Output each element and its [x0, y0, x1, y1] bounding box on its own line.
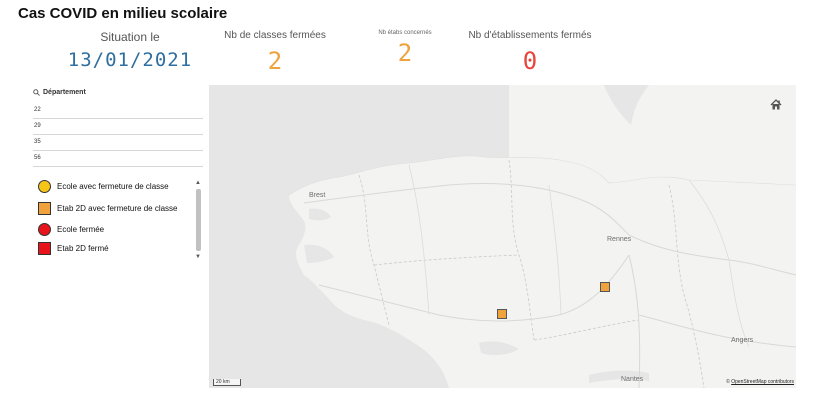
legend-label: Ecole avec fermeture de classe — [57, 182, 169, 191]
map-view[interactable]: Brest Rennes Angers Nantes 20 km © OpenS… — [209, 85, 796, 388]
map-attribution: © OpenStreetMap contributors — [726, 379, 794, 385]
circle-symbol-icon — [38, 180, 51, 193]
map-legend: Ecole avec fermeture de classe Etab 2D av… — [38, 180, 204, 264]
department-list-item[interactable]: 35 — [33, 135, 203, 151]
scroll-down-icon[interactable]: ▼ — [194, 253, 202, 261]
kpi-closed-classes: Nb de classes fermées 2 — [210, 30, 340, 73]
square-symbol-icon — [38, 242, 51, 255]
circle-symbol-icon — [38, 223, 51, 236]
legend-item[interactable]: Etab 2D fermé — [38, 242, 109, 255]
legend-label: Ecole fermée — [57, 225, 105, 234]
department-filter-title: Département — [43, 88, 86, 96]
map-scale-bar: 20 km — [213, 379, 241, 386]
map-marker-etab-2d-fermeture[interactable] — [600, 282, 610, 292]
department-list-item[interactable]: 22 — [33, 103, 203, 119]
home-icon[interactable] — [770, 99, 782, 110]
map-city-label: Angers — [731, 337, 754, 344]
department-list: 22 29 35 56 — [33, 103, 203, 167]
map-basemap — [209, 85, 796, 388]
department-list-item[interactable]: 29 — [33, 119, 203, 135]
kpi-value: 2 — [267, 47, 283, 75]
map-city-label: Nantes — [621, 376, 644, 383]
kpi-label: Situation le — [100, 30, 160, 44]
legend-item[interactable]: Etab 2D avec fermeture de classe — [38, 202, 178, 215]
kpi-affected-establishments: Nb étabs concernés 2 — [360, 30, 450, 65]
department-filter-header[interactable]: Département — [33, 86, 203, 98]
page-title: Cas COVID en milieu scolaire — [18, 5, 228, 22]
legend-scrollbar[interactable]: ▲ ▼ — [194, 179, 202, 263]
legend-item[interactable]: Ecole avec fermeture de classe — [38, 180, 169, 193]
openstreetmap-link[interactable]: OpenStreetMap contributors — [731, 379, 794, 385]
legend-label: Etab 2D avec fermeture de classe — [57, 204, 178, 213]
kpi-value: 13/01/2021 — [67, 49, 193, 71]
kpi-label: Nb d'établissements fermés — [468, 30, 592, 41]
department-list-item[interactable]: 56 — [33, 151, 203, 167]
kpi-value: 2 — [397, 39, 413, 67]
scroll-up-icon[interactable]: ▲ — [194, 179, 202, 187]
kpi-situation-date: Situation le 13/01/2021 — [55, 30, 205, 70]
kpi-label: Nb de classes fermées — [224, 30, 326, 41]
scrollbar-thumb[interactable] — [195, 189, 201, 251]
map-city-label: Brest — [309, 192, 326, 199]
square-symbol-icon — [38, 202, 51, 215]
legend-label: Etab 2D fermé — [57, 244, 109, 253]
search-icon — [33, 88, 40, 96]
department-filter: Département 22 29 35 56 — [33, 86, 203, 167]
kpi-label: Nb étabs concernés — [378, 30, 432, 36]
kpi-closed-establishments: Nb d'établissements fermés 0 — [460, 30, 600, 73]
kpi-value: 0 — [522, 47, 538, 75]
legend-item[interactable]: Ecole fermée — [38, 223, 104, 236]
map-marker-etab-2d-fermeture[interactable] — [497, 309, 507, 319]
map-city-label: Rennes — [607, 236, 632, 243]
